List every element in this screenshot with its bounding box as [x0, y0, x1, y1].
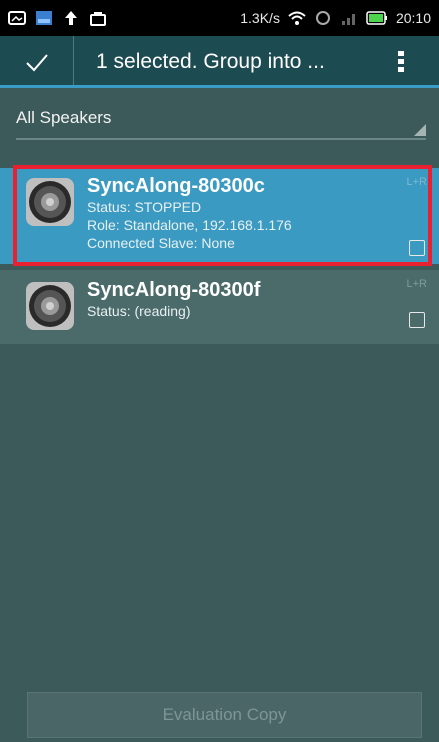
content-area: All Speakers SyncAlong-80300c Status: ST… [0, 88, 439, 742]
speaker-status: Status: STOPPED [87, 199, 202, 215]
wifi-icon [288, 11, 306, 25]
more-vertical-icon [398, 51, 404, 72]
speaker-status: Status: (reading) [87, 303, 191, 319]
speaker-icon [26, 282, 74, 330]
sync-icon [315, 11, 330, 25]
done-button[interactable] [0, 36, 74, 88]
dropdown-arrow-icon [414, 124, 426, 136]
speaker-checkbox[interactable] [409, 312, 425, 328]
evaluation-copy-button[interactable]: Evaluation Copy [27, 692, 422, 738]
speaker-item[interactable]: SyncAlong-80300c Status: STOPPED Role: S… [0, 168, 439, 264]
status-bar: 1.3K/s 20:10 [0, 0, 439, 36]
speaker-name: SyncAlong-80300c [87, 175, 265, 197]
signal-icon [341, 14, 355, 25]
battery-icon [366, 11, 387, 25]
overflow-menu-button[interactable] [381, 36, 421, 88]
action-bar-title: 1 selected. Group into ... [96, 50, 325, 73]
gallery-notification-icon [8, 11, 26, 25]
speaker-name: SyncAlong-80300f [87, 279, 261, 301]
speaker-role: Role: Standalone, 192.168.1.176 [87, 217, 292, 233]
speaker-connected-slave: Connected Slave: None [87, 235, 235, 251]
channel-label: L+R [406, 176, 428, 188]
speaker-list: SyncAlong-80300c Status: STOPPED Role: S… [0, 168, 439, 344]
image-notification-icon [36, 11, 52, 25]
bag-notification-icon [90, 12, 106, 26]
network-speed: 1.3K/s [240, 10, 280, 26]
dropdown-selected-value: All Speakers [16, 108, 112, 127]
speaker-checkbox[interactable] [409, 240, 425, 256]
upload-icon [65, 11, 77, 25]
speaker-icon [26, 178, 74, 226]
clock: 20:10 [395, 10, 431, 26]
channel-label: L+R [406, 278, 428, 290]
speaker-filter-dropdown[interactable]: All Speakers [16, 100, 426, 140]
action-bar: 1 selected. Group into ... [0, 36, 439, 88]
checkmark-icon [25, 54, 48, 72]
speaker-item[interactable]: SyncAlong-80300f Status: (reading) L+R [0, 270, 439, 344]
